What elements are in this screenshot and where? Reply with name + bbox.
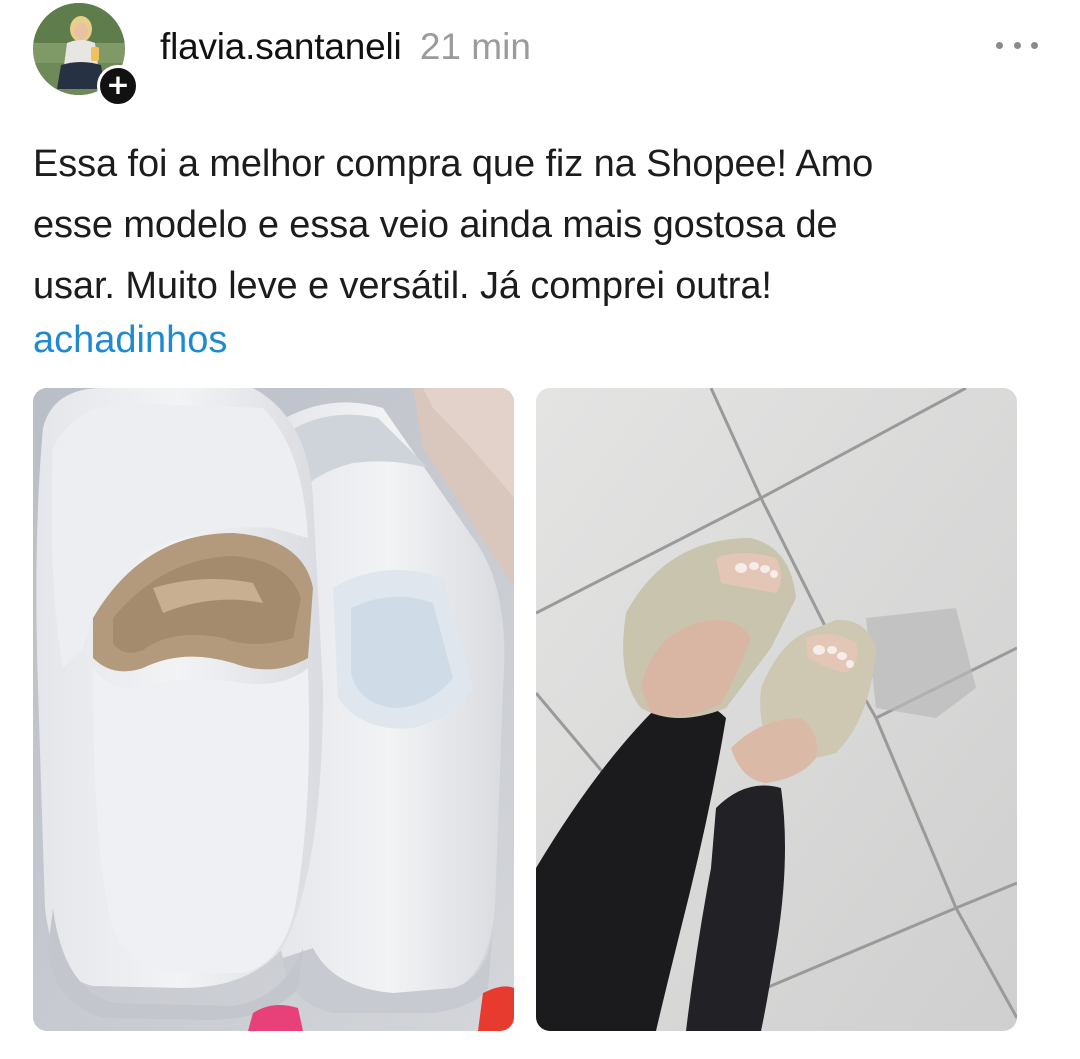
caption-line: usar. Muito leve e versátil. Já comprei …	[33, 265, 772, 307]
plus-icon: +	[106, 68, 130, 101]
more-horizontal-icon[interactable]	[996, 38, 1038, 52]
slides-box-image	[33, 388, 514, 1031]
avatar-container[interactable]: +	[33, 3, 139, 107]
post-card: + flavia.santaneli 21 min Essa foi a mel…	[0, 0, 1080, 1059]
post-timestamp: 21 min	[419, 26, 531, 67]
follow-button[interactable]: +	[97, 65, 139, 107]
username-link[interactable]: flavia.santaneli	[160, 26, 402, 67]
caption-line: Essa foi a melhor compra que fiz na Shop…	[33, 143, 874, 185]
post-photo-1[interactable]	[33, 388, 514, 1031]
feet-slides-image	[536, 388, 1017, 1031]
post-caption: Essa foi a melhor compra que fiz na Shop…	[33, 134, 1033, 317]
post-photo-2[interactable]	[536, 388, 1017, 1031]
hashtag-link[interactable]: achadinhos	[33, 315, 227, 365]
caption-line: esse modelo e essa veio ainda mais gosto…	[33, 204, 838, 246]
author-line: flavia.santaneli 21 min	[160, 24, 531, 70]
dot	[1013, 41, 1021, 49]
dot	[996, 41, 1003, 49]
dot	[1031, 41, 1038, 49]
